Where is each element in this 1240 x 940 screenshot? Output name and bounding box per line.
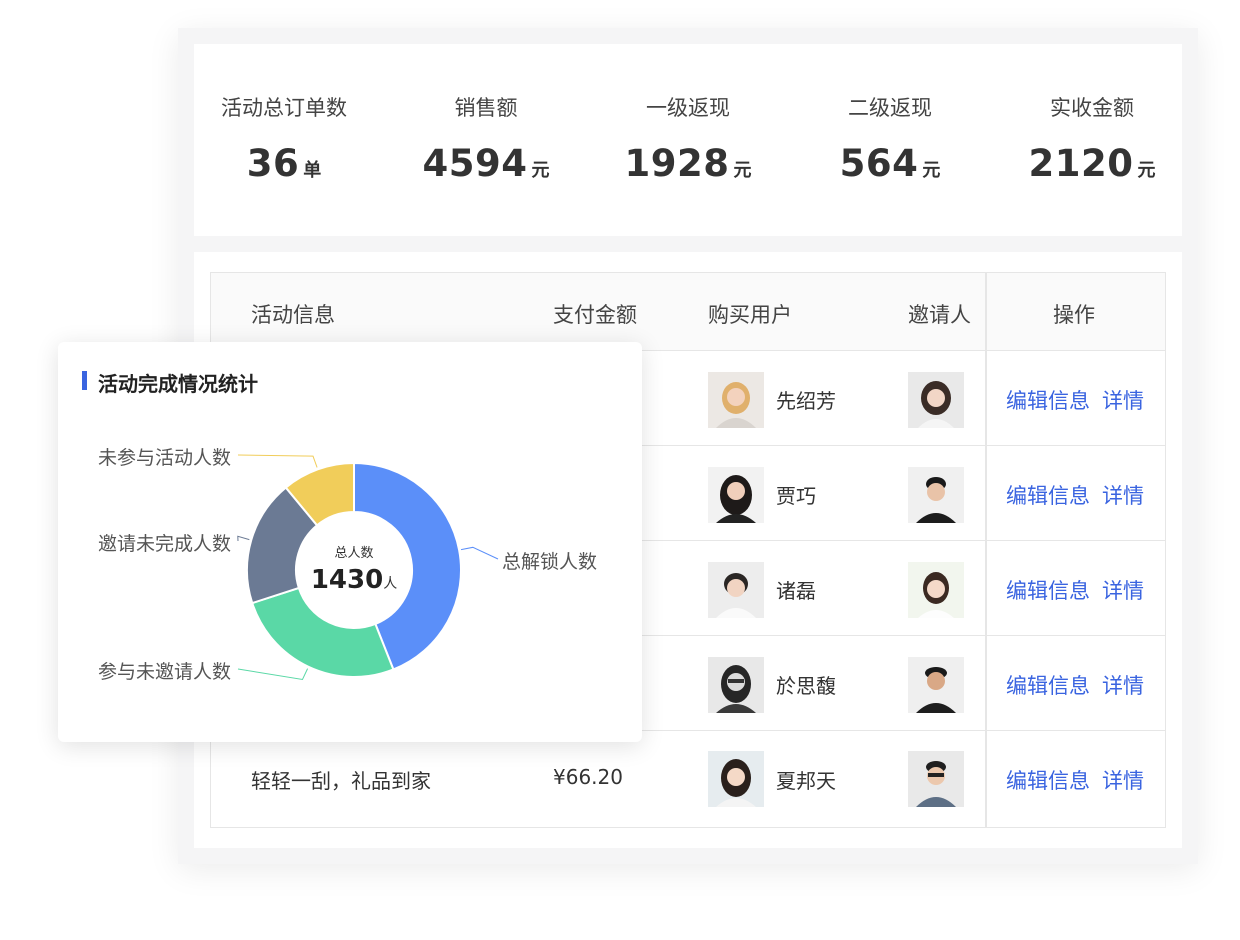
header-actions: 操作 (1053, 303, 1095, 327)
header-activity: 活动信息 (251, 303, 335, 327)
detail-link[interactable]: 详情 (1102, 765, 1144, 795)
buyer-name: 先绍芳 (776, 389, 836, 413)
buyer-avatar (708, 467, 764, 523)
inviter-avatar (908, 467, 964, 523)
center-total-label: 总人数 (334, 546, 374, 561)
buyer-name: 贾巧 (776, 484, 816, 508)
stat-unit: 元 (922, 160, 941, 181)
stat-label: 一级返现 (646, 96, 730, 120)
legend-label-joined-not-invited: 参与未邀请人数 (98, 661, 232, 683)
detail-link[interactable]: 详情 (1102, 575, 1144, 605)
buyer-name: 夏邦天 (776, 769, 836, 793)
stat-value: 2120 (1028, 142, 1134, 185)
edit-info-link[interactable]: 编辑信息 (1006, 670, 1090, 700)
stat-label: 销售额 (454, 96, 518, 120)
legend-label-invited-not-completed: 邀请未完成人数 (98, 533, 232, 555)
edit-info-link[interactable]: 编辑信息 (1006, 480, 1090, 510)
header-amount: 支付金额 (553, 303, 637, 327)
stat-unit: 元 (531, 160, 550, 181)
buyer-name: 诸磊 (776, 579, 816, 603)
leader-line (460, 546, 499, 560)
center-total-unit: 人 (383, 576, 398, 592)
donut-slice-joined-not-invited (250, 586, 395, 678)
detail-link[interactable]: 详情 (1102, 385, 1144, 415)
legend-label-unlocked: 总解锁人数 (502, 551, 598, 573)
header-buyer: 购买用户 (708, 303, 792, 327)
activity-cell: 轻轻一刮，礼品到家 (251, 769, 431, 793)
edit-info-link[interactable]: 编辑信息 (1006, 765, 1090, 795)
inviter-avatar (908, 657, 964, 713)
stat-label: 实收金额 (1050, 96, 1134, 120)
stats-card: 活动总订单数 36 单 销售额 4594 元 一级返现 1928 元 二级返现 564… (194, 44, 1182, 236)
buyer-name: 於思馥 (776, 674, 836, 698)
inviter-avatar (908, 372, 964, 428)
stat-unit: 元 (1137, 160, 1156, 181)
stat-label: 二级返现 (848, 96, 932, 120)
header-inviter: 邀请人 (908, 303, 971, 327)
amount-cell: ¥66.20 (553, 765, 623, 789)
leader-line (237, 535, 250, 542)
stat-value: 564 (839, 142, 919, 185)
buyer-avatar (708, 657, 764, 713)
stat-unit: 单 (303, 160, 322, 181)
leader-line (237, 454, 318, 468)
stat-unit: 元 (733, 160, 752, 181)
table-row: 轻轻一刮，礼品到家 ¥66.20 夏邦天 编辑信息 详情 (211, 731, 1165, 826)
buyer-avatar (708, 562, 764, 618)
stat-value: 1928 (624, 142, 730, 185)
leader-line (237, 668, 309, 681)
detail-link[interactable]: 详情 (1102, 670, 1144, 700)
table-header: 活动信息 支付金额 购买用户 邀请人 操作 (211, 273, 1165, 351)
edit-info-link[interactable]: 编辑信息 (1006, 575, 1090, 605)
completion-stats-card: 活动完成情况统计 总解锁人数 参与未邀请人数 邀请未完成人数 未参与活动人数 总… (58, 342, 642, 742)
stat-label: 活动总订单数 (221, 96, 347, 120)
stat-value: 4594 (422, 142, 528, 185)
edit-info-link[interactable]: 编辑信息 (1006, 385, 1090, 415)
stat-value: 36 (246, 142, 300, 185)
inviter-avatar (908, 562, 964, 618)
buyer-avatar (708, 751, 764, 807)
legend-label-not-participated: 未参与活动人数 (98, 447, 232, 469)
center-total-value: 1430 (310, 565, 384, 595)
buyer-avatar (708, 372, 764, 428)
detail-link[interactable]: 详情 (1102, 480, 1144, 510)
inviter-avatar (908, 751, 964, 807)
